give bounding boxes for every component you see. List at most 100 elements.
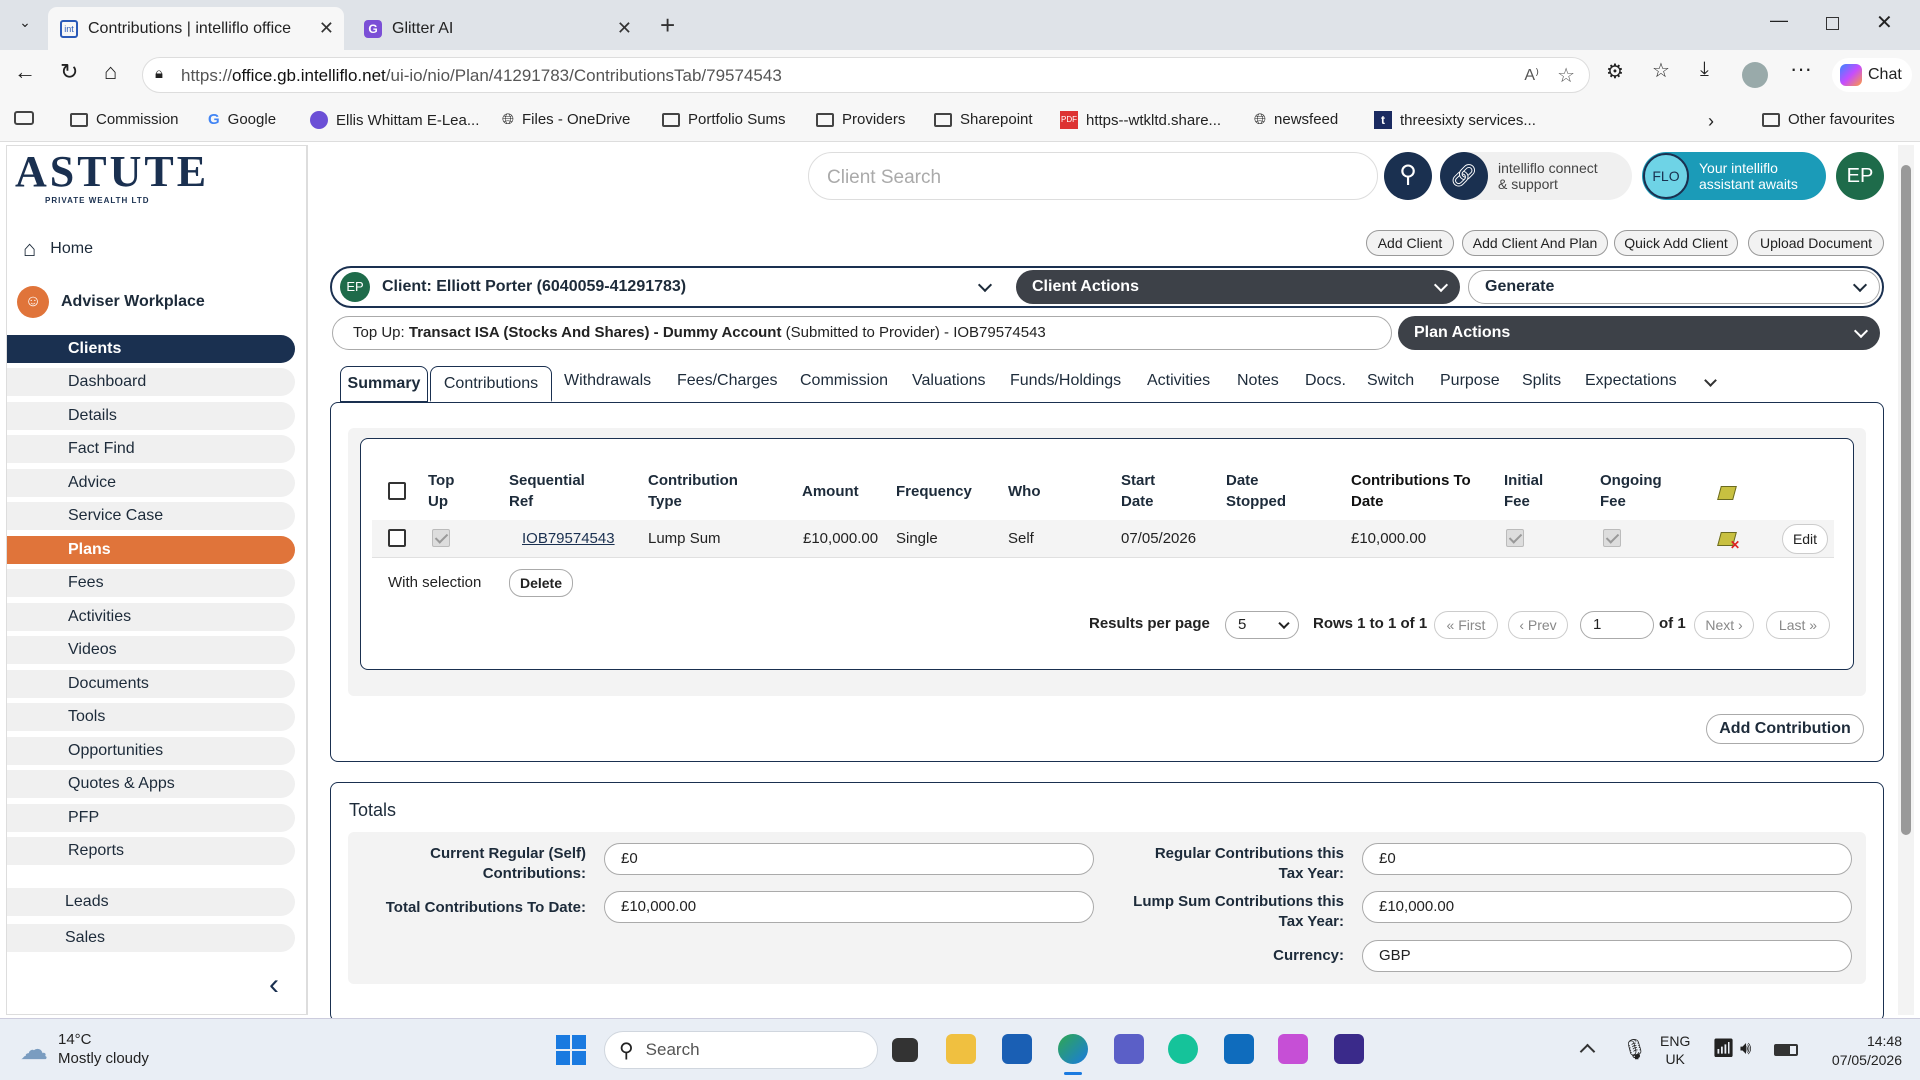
col-top-up[interactable]: Top Up (428, 470, 454, 512)
close-tab-icon[interactable]: ✕ (319, 18, 334, 39)
other-favourites[interactable]: Other favourites (1762, 111, 1895, 128)
lump-sum-tax-year-field[interactable]: £10,000.00 (1362, 891, 1852, 923)
bookmark-google[interactable]: G Google (208, 111, 276, 128)
file-explorer-icon[interactable] (946, 1034, 976, 1064)
sidebar-item-reports[interactable]: Reports (7, 837, 295, 865)
add-contribution-button[interactable]: Add Contribution (1706, 714, 1864, 744)
grammarly-icon[interactable] (1168, 1034, 1198, 1064)
plan-actions-dropdown[interactable]: Plan Actions (1398, 316, 1880, 350)
browser-tab-contributions[interactable]: int Contributions | intelliflo office ✕ (48, 7, 344, 50)
last-page-button[interactable]: Last » (1766, 611, 1830, 639)
select-all-checkbox[interactable] (388, 482, 406, 500)
col-sequential-ref[interactable]: Sequential Ref (509, 470, 585, 512)
url-field[interactable]: 🔒︎ https://office.gb.intelliflo.net/ui-i… (142, 57, 1590, 93)
favorites-icon[interactable]: ☆ (1652, 58, 1670, 83)
language-indicator[interactable]: ENG UK (1660, 1032, 1690, 1068)
reading-list-icon[interactable] (14, 111, 34, 125)
sidebar-item-dashboard[interactable]: Dashboard (7, 368, 295, 396)
flo-assistant-button[interactable]: FLO Your intelliflo assistant awaits (1642, 152, 1826, 200)
task-view-icon[interactable] (892, 1038, 918, 1062)
col-start-date[interactable]: Start Date (1121, 470, 1155, 512)
col-frequency[interactable]: Frequency (896, 481, 972, 502)
bookmark-portfolio-sums[interactable]: Portfolio Sums (662, 111, 786, 128)
clock[interactable]: 14:48 07/05/2026 (1810, 1032, 1902, 1070)
browser-tab-glitter[interactable]: G Glitter AI ✕ (352, 7, 642, 50)
tab-summary[interactable]: Summary (340, 366, 428, 402)
col-ongoing-fee[interactable]: Ongoing Fee (1600, 470, 1662, 512)
tab-contributions[interactable]: Contributions (430, 366, 552, 402)
tab-switch[interactable]: Switch (1367, 372, 1414, 390)
user-avatar[interactable]: EP (1836, 152, 1884, 200)
bookmarks-overflow-icon[interactable]: › (1708, 111, 1714, 132)
client-actions-dropdown[interactable]: Client Actions (1016, 270, 1460, 304)
col-contribution-type[interactable]: Contribution Type (648, 470, 738, 512)
tab-funds-holdings[interactable]: Funds/Holdings (1010, 372, 1121, 390)
home-link[interactable]: ⌂ Home (23, 236, 93, 262)
client-selector[interactable]: EP Client: Elliott Porter (6040059-41291… (334, 268, 1004, 306)
col-initial-fee[interactable]: Initial Fee (1504, 470, 1543, 512)
first-page-button[interactable]: « First (1434, 611, 1498, 639)
sidebar-item-fees[interactable]: Fees (7, 569, 295, 597)
read-aloud-icon[interactable]: A⁾ (1524, 65, 1539, 85)
tab-expectations[interactable]: Expectations (1585, 372, 1677, 390)
close-tab-icon[interactable]: ✕ (617, 18, 632, 39)
upload-document-button[interactable]: Upload Document (1748, 230, 1884, 256)
regular-tax-year-field[interactable]: £0 (1362, 843, 1852, 875)
back-icon[interactable]: ← (14, 59, 36, 85)
add-client-and-plan-button[interactable]: Add Client And Plan (1462, 230, 1608, 256)
bookmark-newsfeed[interactable]: 🌐︎ newsfeed (1254, 111, 1338, 128)
generate-dropdown[interactable]: Generate (1468, 270, 1880, 304)
more-menu-icon[interactable]: ··· (1790, 56, 1812, 82)
extensions-icon[interactable]: ⚙ (1606, 59, 1624, 84)
col-who[interactable]: Who (1008, 481, 1040, 502)
tab-docs[interactable]: Docs. (1305, 372, 1346, 390)
new-tab-icon[interactable]: + (660, 10, 675, 41)
taskbar-search[interactable]: ⚲ Search (604, 1031, 878, 1069)
total-ctd-field[interactable]: £10,000.00 (604, 891, 1094, 923)
tab-valuations[interactable]: Valuations (912, 372, 986, 390)
bookmark-providers[interactable]: Providers (816, 111, 905, 128)
tab-splits[interactable]: Splits (1522, 372, 1561, 390)
tab-commission[interactable]: Commission (800, 372, 888, 390)
quick-add-client-button[interactable]: Quick Add Client (1614, 230, 1738, 256)
row-select-checkbox[interactable] (388, 529, 406, 547)
current-regular-field[interactable]: £0 (604, 843, 1094, 875)
store-icon[interactable] (1002, 1034, 1032, 1064)
add-client-button[interactable]: Add Client (1366, 230, 1454, 256)
sidebar-item-details[interactable]: Details (7, 402, 295, 430)
more-tabs-chevron-icon[interactable] (1704, 374, 1717, 387)
currency-field[interactable]: GBP (1362, 940, 1852, 972)
minimize-icon[interactable]: — (1770, 10, 1788, 31)
prev-page-button[interactable]: ‹ Prev (1508, 611, 1568, 639)
glitter-app-icon[interactable] (1334, 1034, 1364, 1064)
sidebar-item-opportunities[interactable]: Opportunities (7, 737, 295, 765)
bookmark-onedrive[interactable]: 🌐︎ Files - OneDrive (502, 111, 630, 128)
sidebar-item-fact-find[interactable]: Fact Find (7, 435, 295, 463)
edit-button[interactable]: Edit (1782, 524, 1828, 554)
favorite-star-icon[interactable]: ☆ (1557, 63, 1575, 88)
results-per-page-select[interactable]: 5 (1225, 611, 1299, 639)
weather-widget[interactable]: ☁ 14°C Mostly cloudy (20, 1030, 149, 1068)
restore-icon[interactable] (1826, 17, 1839, 30)
sidebar-item-service-case[interactable]: Service Case (7, 502, 295, 530)
next-page-button[interactable]: Next › (1694, 611, 1754, 639)
tab-withdrawals[interactable]: Withdrawals (564, 372, 651, 390)
bookmark-commission[interactable]: Commission (70, 111, 179, 128)
downloads-icon[interactable]: ⤓ (1700, 58, 1709, 81)
collapse-sidebar-icon[interactable]: ‹ (269, 968, 279, 1002)
page-number-input[interactable]: 1 (1580, 611, 1654, 639)
bookmark-wtkltd[interactable]: PDF https--wtkltd.share... (1060, 111, 1221, 129)
sidebar-item-tools[interactable]: Tools (7, 703, 295, 731)
sidebar-item-documents[interactable]: Documents (7, 670, 295, 698)
tab-list-chevron-icon[interactable]: ⌄ (10, 14, 40, 36)
volume-icon[interactable]: 🔊︎ (1740, 1038, 1751, 1059)
wifi-icon[interactable]: 📶︎ (1712, 1038, 1735, 1059)
microphone-icon[interactable]: 🎙︎ (1622, 1037, 1647, 1062)
col-date-stopped[interactable]: Date Stopped (1226, 470, 1286, 512)
refresh-icon[interactable]: ↻ (60, 59, 78, 85)
tab-notes[interactable]: Notes (1237, 372, 1279, 390)
sidebar-item-videos[interactable]: Videos (7, 636, 295, 664)
teams-icon[interactable] (1114, 1034, 1144, 1064)
col-amount[interactable]: Amount (802, 481, 859, 502)
tab-purpose[interactable]: Purpose (1440, 372, 1500, 390)
